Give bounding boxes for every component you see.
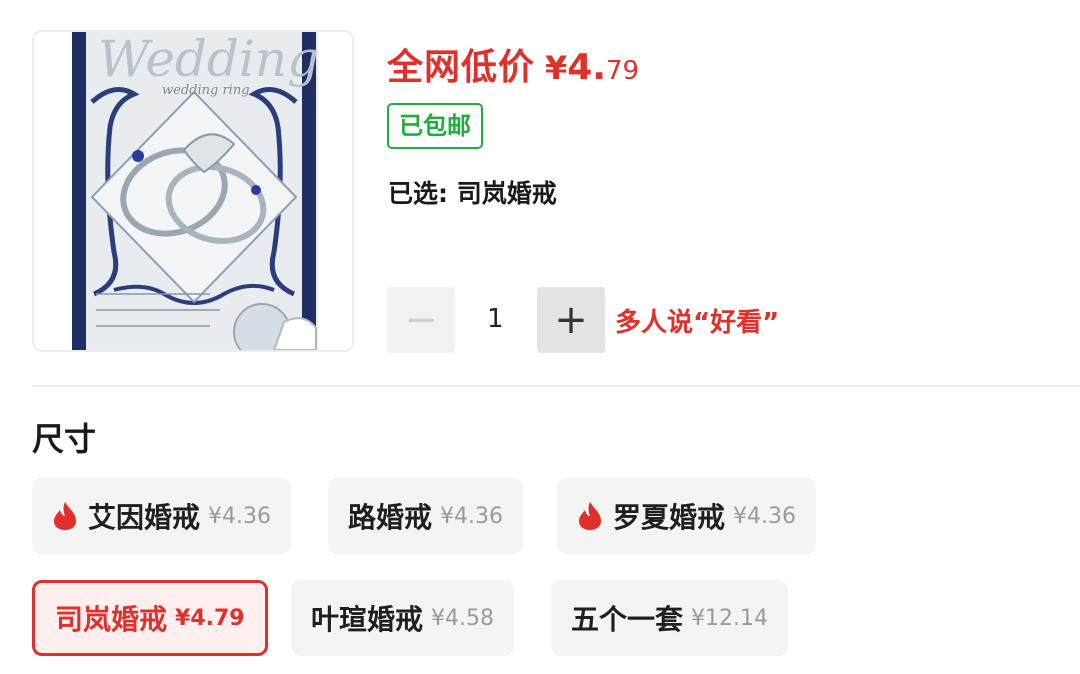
free-shipping-badge: 已包邮 (387, 103, 483, 149)
option-price: ¥4.58 (431, 605, 494, 631)
option-chip-set-of-five[interactable]: 五个一套 ¥12.14 (551, 580, 788, 656)
size-section-title: 尺寸 (32, 420, 97, 458)
option-price: ¥4.36 (208, 503, 271, 529)
image-title-text: Wedding (98, 32, 319, 88)
option-name: 司岚婚戒 (55, 603, 168, 636)
wedding-ring-illustration: Wedding wedding ring (72, 32, 319, 350)
flame-icon (54, 502, 76, 530)
option-name: 路婚戒 (348, 501, 433, 534)
flame-icon (579, 502, 601, 530)
increase-quantity-button[interactable]: + (537, 287, 605, 353)
divider (32, 385, 1080, 387)
price-label: 全网低价 (387, 47, 536, 88)
option-name: 五个一套 (571, 603, 684, 636)
selected-option-text: 已选: 司岚婚戒 (388, 179, 557, 208)
option-chip-yexuan[interactable]: 叶瑄婚戒 ¥4.58 (291, 580, 514, 656)
option-price: ¥4.36 (440, 503, 503, 529)
price-integer: 4. (567, 47, 607, 88)
option-name: 叶瑄婚戒 (311, 603, 424, 636)
option-chip-lu[interactable]: 路婚戒 ¥4.36 (328, 478, 523, 554)
option-price: ¥4.36 (733, 503, 796, 529)
quantity-value[interactable]: 1 (487, 304, 504, 334)
option-price: ¥4.79 (175, 605, 245, 631)
price-row: 全网低价 ¥ 4. 79 (387, 38, 639, 90)
product-image[interactable]: Wedding wedding ring (32, 30, 354, 352)
decrease-quantity-button[interactable]: − (387, 287, 455, 353)
option-name: 艾因婚戒 (88, 501, 201, 534)
currency-symbol: ¥ (545, 49, 568, 87)
quantity-stepper: − 1 + (387, 287, 605, 353)
option-chip-luoxia[interactable]: 罗夏婚戒 ¥4.36 (557, 478, 816, 554)
option-name: 罗夏婚戒 (613, 501, 726, 534)
option-chip-silan-selected[interactable]: 司岚婚戒 ¥4.79 (32, 580, 268, 656)
option-price: ¥12.14 (691, 605, 768, 631)
image-subtitle-text: wedding ring (162, 83, 250, 98)
option-chip-aiyin[interactable]: 艾因婚戒 ¥4.36 (32, 478, 291, 554)
price-decimal: 79 (606, 56, 640, 86)
popularity-text: 多人说“好看” (615, 308, 780, 338)
